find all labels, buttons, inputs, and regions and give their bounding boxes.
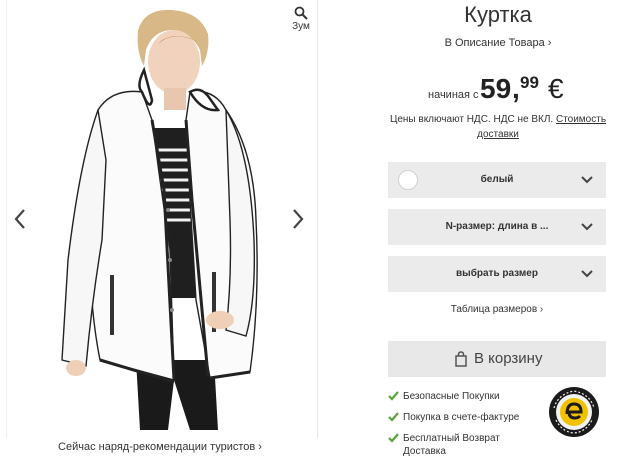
usp-label: Покупка в счете-фактуре (403, 412, 520, 423)
outfit-recommendation-link[interactable]: Сейчас наряд-рекомендации туристов › (0, 441, 320, 453)
size-table-link[interactable]: Таблица размеров › (388, 304, 606, 315)
chevron-right-icon (293, 209, 304, 229)
trusted-shops-badge[interactable] (548, 386, 600, 438)
magnifier-icon (294, 6, 308, 20)
price-prefix: начиная с (428, 89, 479, 101)
price-decimal: 99 (520, 73, 539, 92)
zoom-button[interactable]: Зум (286, 6, 316, 32)
price: начиная с 59 , 99 € (388, 70, 608, 106)
color-select-value: белый (480, 174, 514, 185)
vat-note: Цены включают НДС. НДС не ВКЛ. Стоимость… (384, 112, 612, 142)
shopping-bag-icon (455, 351, 467, 367)
zoom-label: Зум (292, 21, 310, 32)
usp-label: Безопасные Покупки (403, 391, 500, 402)
usp-item: Покупка в счете-фактуре (388, 411, 538, 424)
product-title: Куртка (464, 2, 532, 27)
add-to-cart-button[interactable]: В корзину (388, 341, 606, 377)
check-icon (388, 412, 399, 422)
price-separator: , (512, 73, 520, 104)
chevron-left-icon (14, 209, 25, 229)
usp-label: Бесплатный Возврат Доставка (403, 433, 500, 457)
gallery-prev-button[interactable] (8, 205, 32, 233)
product-gallery: Зум Сейчас наряд-рекомендации туристов › (0, 0, 320, 460)
check-icon (388, 391, 399, 401)
product-panel: Куртка В Описание Товара › начиная с 59 … (388, 0, 608, 460)
length-select-value: N-размер: длина в ... (445, 221, 549, 232)
length-select[interactable]: N-размер: длина в ... (388, 209, 606, 245)
usp-item: Бесплатный Возврат Доставка (388, 432, 538, 458)
size-select[interactable]: выбрать размер (388, 256, 606, 292)
color-select[interactable]: белый (388, 162, 606, 198)
price-currency: € (548, 73, 564, 104)
check-icon (388, 433, 399, 443)
description-link[interactable]: В Описание Товара › (388, 37, 608, 49)
gallery-next-button[interactable] (286, 205, 310, 233)
chevron-down-icon (581, 223, 593, 231)
vat-text: Цены включают НДС. НДС не ВКЛ. (389, 114, 554, 125)
product-image[interactable] (40, 0, 280, 430)
size-select-value: выбрать размер (456, 268, 538, 279)
chevron-down-icon (581, 176, 593, 184)
usp-item: Безопасные Покупки (388, 390, 538, 403)
price-integer: 59 (480, 73, 512, 104)
chevron-down-icon (581, 270, 593, 278)
add-to-cart-label: В корзину (474, 350, 543, 367)
